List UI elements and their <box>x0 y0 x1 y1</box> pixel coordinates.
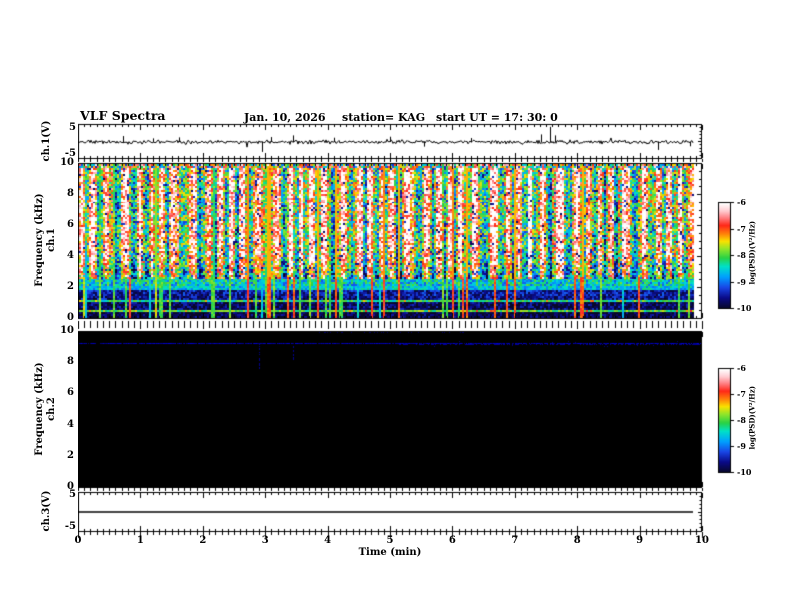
x-tick-label: 2 <box>199 535 207 546</box>
x-tick-label: 1 <box>136 535 144 546</box>
time-axis-label: Time (min) <box>358 547 422 558</box>
ch1wave-ytick-top: 5 <box>69 122 76 133</box>
x-tick-label: 9 <box>636 535 644 546</box>
colorbar2-tick-label: -10 <box>737 467 752 477</box>
ch2spec-y-tick-label: 4 <box>67 418 74 430</box>
colorbar1-tick-label: -6 <box>737 197 746 207</box>
x-tick-label: 8 <box>573 535 581 546</box>
x-tick-label: 6 <box>448 535 456 546</box>
ch2-frequency-axis-label: Frequency (kHz) <box>34 362 45 456</box>
vlf-spectra-figure: VLF Spectra Jan. 10, 2026 station= KAG s… <box>0 0 792 612</box>
ch3wave-ytick-bottom: -5 <box>64 521 76 532</box>
ch1-frequency-axis-label: Frequency (kHz) <box>34 193 45 287</box>
ch2spec-y-tick-label: 2 <box>67 449 74 461</box>
ch1spec-y-tick-label: 10 <box>60 157 74 168</box>
x-tick-label: 5 <box>386 535 394 546</box>
colorbar2-tick-label: -8 <box>737 415 746 425</box>
figure-title: VLF Spectra <box>80 108 166 123</box>
ch1spec-y-tick-label: 0 <box>67 312 74 323</box>
ch1spec-y-tick-label: 4 <box>67 250 74 261</box>
colorbar1-tick-label: -9 <box>737 276 746 287</box>
colorbar2-tick-label: -7 <box>737 389 746 399</box>
ch1-voltage-axis-label: ch.1(V) <box>41 120 52 162</box>
colorbar1-tick-label: -7 <box>737 223 746 234</box>
x-tick-label: 3 <box>261 535 269 546</box>
colorbar1-tick-label: -10 <box>737 303 752 313</box>
date-label: Jan. 10, 2026 <box>244 111 326 124</box>
colorbar1-tick-label: -8 <box>737 250 746 260</box>
spectra-plot-canvas <box>78 110 738 562</box>
ch1spec-y-tick-label: 2 <box>67 281 74 292</box>
ch3-voltage-axis-label: ch.3(V) <box>41 490 52 532</box>
colorbar2-tick-label: -6 <box>737 363 746 373</box>
colorbar2-tick-label: -9 <box>737 441 746 451</box>
x-tick-label: 7 <box>511 535 519 546</box>
x-tick-label: 0 <box>74 535 82 546</box>
ch1spec-y-tick-label: 8 <box>67 188 74 199</box>
ch2spec-y-tick-label: 10 <box>60 325 74 336</box>
x-tick-label: 4 <box>324 535 332 546</box>
x-tick-label: 10 <box>695 535 709 546</box>
ch2spec-y-tick-label: 6 <box>67 387 74 399</box>
station-label: station= KAG <box>342 111 426 124</box>
ch2spec-y-tick-label: 0 <box>67 481 74 492</box>
ch2spec-y-tick-label: 8 <box>67 356 74 368</box>
ch1spec-y-tick-label: 6 <box>67 219 74 230</box>
start-ut-label: start UT = 17: 30: 0 <box>436 111 558 124</box>
